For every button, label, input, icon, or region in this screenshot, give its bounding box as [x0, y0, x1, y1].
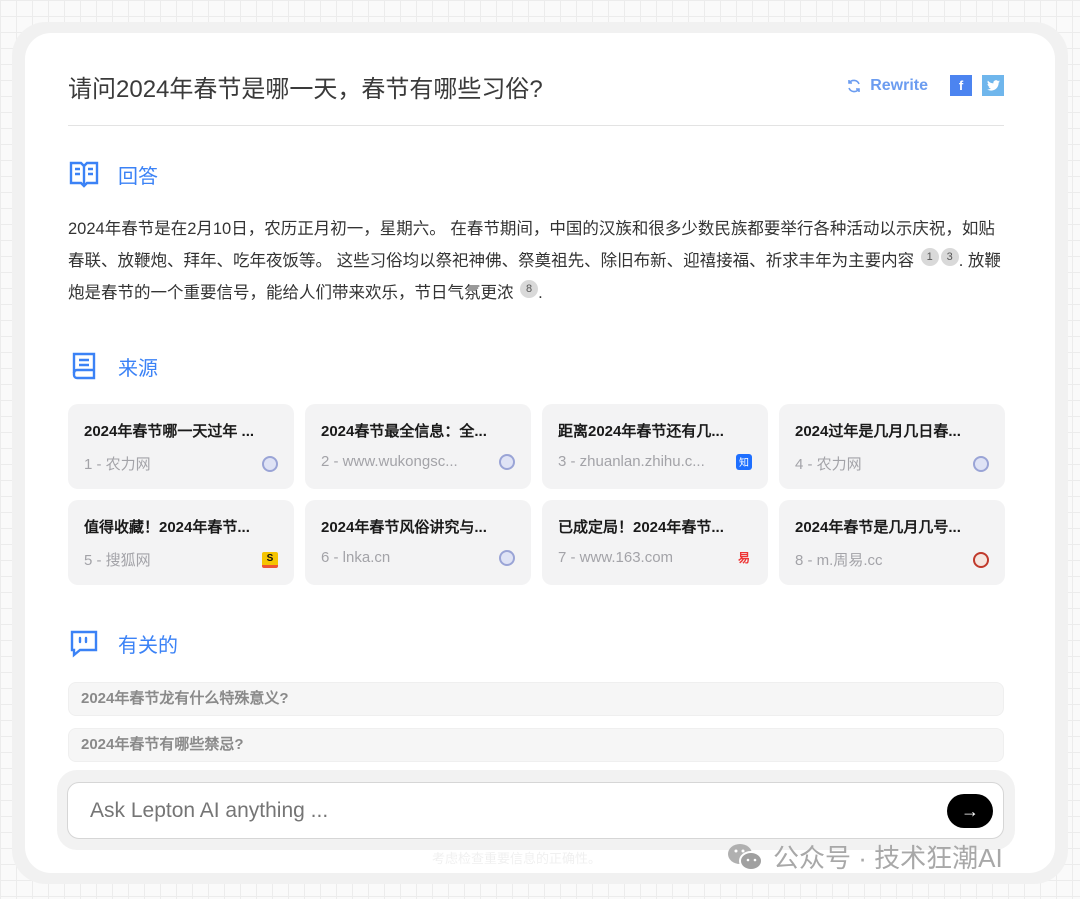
source-card[interactable]: 距离2024年春节还有几... 3 - zhuanlan.zhihu.c... 知: [542, 404, 768, 489]
sources-heading: 来源: [68, 350, 158, 382]
watermark-text: 公众号 · 技术狂潮AI: [773, 843, 1003, 873]
source-meta: 4 - 农力网: [795, 456, 862, 473]
source-meta: 1 - 农力网: [84, 456, 151, 473]
globe-icon: [973, 455, 989, 472]
source-meta: 3 - zhuanlan.zhihu.c...: [558, 453, 705, 470]
sources-grid: 2024年春节哪一天过年 ... 1 - 农力网 2024春节最全信息：全... 2…: [68, 404, 1005, 585]
sohu-icon: S: [262, 551, 278, 568]
source-title: 2024年春节哪一天过年 ...: [84, 423, 255, 440]
rewrite-button[interactable]: Rewrite: [846, 77, 928, 95]
twitter-share-button[interactable]: [982, 75, 1004, 96]
citation-badge[interactable]: 8: [520, 280, 539, 298]
source-meta: 6 - lnka.cn: [321, 549, 391, 566]
divider: [68, 125, 1004, 126]
watermark: 公众号 · 技术狂潮AI: [725, 838, 1003, 875]
send-button[interactable]: →: [947, 794, 993, 828]
wechat-icon: [728, 843, 763, 871]
source-card[interactable]: 2024年春节风俗讲究与... 6 - lnka.cn: [305, 500, 531, 585]
netease-icon: 易: [737, 551, 750, 565]
source-title: 已成定局！2024年春节...: [558, 519, 724, 536]
answer-heading: 回答: [68, 158, 158, 190]
globe-icon: [262, 455, 278, 472]
source-card[interactable]: 值得收藏！2024年春节... 5 - 搜狐网 S: [68, 500, 294, 585]
facebook-icon: f: [958, 78, 964, 93]
zhihu-icon: 知: [736, 453, 752, 470]
globe-icon: [499, 453, 515, 470]
actions: Rewrite f: [846, 75, 1004, 96]
facebook-share-button[interactable]: f: [950, 75, 972, 96]
book-open-icon: [69, 161, 99, 188]
globe-icon: [499, 549, 515, 566]
refresh-icon: [848, 79, 861, 92]
source-title: 2024年春节风俗讲究与...: [321, 519, 487, 536]
sources-heading-label: 来源: [118, 357, 158, 380]
related-question[interactable]: 2024年春节龙有什么特殊意义?: [68, 682, 1004, 716]
rewrite-label: Rewrite: [870, 76, 928, 94]
question-title: 请问2024年春节是哪一天，春节有哪些习俗?: [68, 76, 543, 103]
related-heading-label: 有关的: [118, 634, 178, 657]
source-meta: 7 - www.163.com: [558, 549, 674, 566]
result-card: 请问2024年春节是哪一天，春节有哪些习俗? Rewrite f 回答 2024…: [25, 33, 1055, 873]
source-title: 距离2024年春节还有几...: [558, 423, 724, 440]
source-meta: 5 - 搜狐网: [84, 552, 151, 569]
answer-text-part: 2024年春节是在2月10日，农历正月初一，星期六。 在春节期间，中国的汉族和很…: [68, 220, 995, 270]
ask-input[interactable]: [67, 782, 1004, 839]
source-title: 2024年春节是几月几号...: [795, 519, 961, 536]
disclaimer: 考虑检查重要信息的正确性。: [432, 851, 602, 866]
source-title: 2024春节最全信息：全...: [321, 423, 487, 440]
citation-badge[interactable]: 1: [920, 248, 939, 266]
answer-text: 2024年春节是在2月10日，农历正月初一，星期六。 在春节期间，中国的汉族和很…: [68, 213, 1008, 309]
arrow-right-icon: →: [961, 800, 979, 821]
source-card[interactable]: 2024年春节是几月几号... 8 - m.周易.cc: [779, 500, 1005, 585]
related-question[interactable]: 2024年春节有哪些禁忌?: [68, 728, 1004, 762]
citation-badge[interactable]: 3: [940, 248, 959, 266]
source-card[interactable]: 2024春节最全信息：全... 2 - www.wukongsc...: [305, 404, 531, 489]
book-icon: [72, 352, 96, 380]
zhouyi-icon: [973, 551, 989, 568]
source-title: 值得收藏！2024年春节...: [84, 519, 250, 536]
source-title: 2024过年是几月几日春...: [795, 423, 961, 440]
source-meta: 2 - www.wukongsc...: [321, 453, 458, 470]
source-card[interactable]: 已成定局！2024年春节... 7 - www.163.com 易: [542, 500, 768, 585]
answer-heading-label: 回答: [118, 165, 158, 188]
source-card[interactable]: 2024年春节哪一天过年 ... 1 - 农力网: [68, 404, 294, 489]
source-card[interactable]: 2024过年是几月几日春... 4 - 农力网: [779, 404, 1005, 489]
twitter-icon: [986, 80, 1000, 91]
source-meta: 8 - m.周易.cc: [795, 552, 883, 569]
answer-text-part: .: [538, 284, 543, 302]
related-heading: 有关的: [68, 627, 178, 659]
chat-quote-icon: [70, 630, 98, 658]
